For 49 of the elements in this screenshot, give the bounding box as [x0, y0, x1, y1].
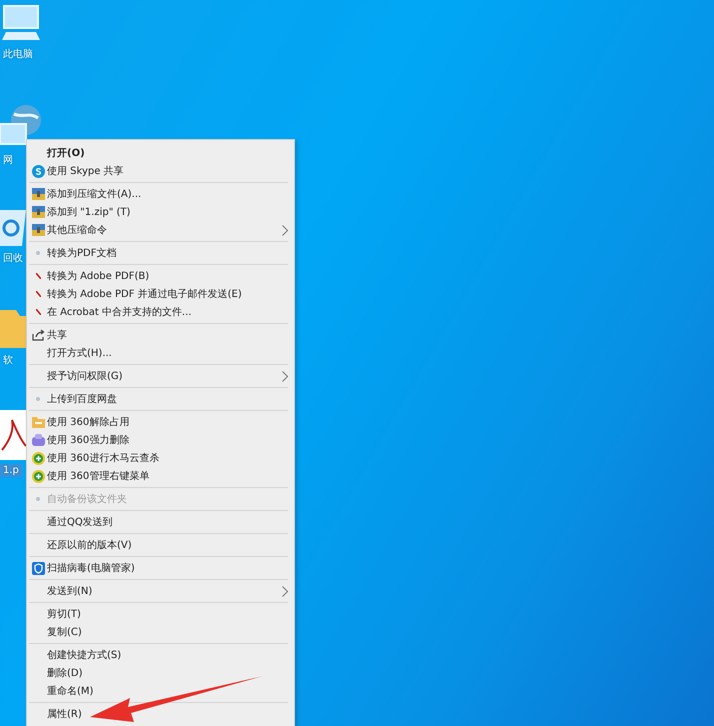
chevron-right-icon	[282, 370, 288, 382]
skype-icon	[32, 164, 44, 178]
menu-item[interactable]: 添加到压缩文件(A)...	[29, 185, 288, 203]
chevron-right-icon	[282, 586, 288, 596]
menu-item[interactable]: 添加到 "1.zip" (T)	[29, 203, 288, 221]
pdf-file-icon[interactable]	[0, 410, 26, 460]
menu-item[interactable]: 使用 360进行木马云查杀	[29, 449, 288, 467]
small-dot-icon	[36, 497, 40, 501]
eraser-icon	[32, 434, 44, 446]
menu-item[interactable]: 共享	[29, 326, 288, 344]
plus-circle-icon	[32, 470, 44, 482]
folder-icon	[32, 416, 44, 428]
archive-icon	[32, 188, 44, 200]
archive-icon	[32, 224, 44, 236]
menu-item[interactable]: 重命名(M)	[29, 682, 288, 700]
menu-item[interactable]: 扫描病毒(电脑管家)	[29, 559, 288, 577]
menu-item[interactable]: 授予访问权限(G)	[29, 367, 288, 385]
globe-monitor-icon[interactable]	[0, 104, 44, 148]
acrobat-mark-icon	[36, 309, 40, 315]
menu-item[interactable]: 属性(R)	[29, 705, 288, 723]
menu-item[interactable]: 转换为 Adobe PDF 并通过电子邮件发送(E)	[29, 285, 288, 303]
chevron-right-icon	[282, 224, 288, 236]
menu-item[interactable]: 还原以前的版本(V)	[29, 536, 288, 554]
menu-item[interactable]: 打开方式(H)...	[29, 344, 288, 362]
menu-item[interactable]: 创建快捷方式(S)	[29, 646, 288, 664]
archive-icon	[32, 206, 44, 218]
menu-item[interactable]: 打开(O)	[29, 144, 288, 162]
menu-item[interactable]: 使用 360管理右键菜单	[29, 467, 288, 485]
shield-icon	[32, 562, 44, 574]
menu-item[interactable]: 在 Acrobat 中合并支持的文件...	[29, 303, 288, 321]
menu-item[interactable]: 删除(D)	[29, 664, 288, 682]
menu-item[interactable]: 转换为 Adobe PDF(B)	[29, 267, 288, 285]
menu-item[interactable]: 发送到(N)	[29, 582, 288, 600]
share-icon	[32, 329, 44, 341]
plus-circle-icon	[32, 452, 44, 464]
acrobat-mark-icon	[36, 273, 40, 279]
menu-item[interactable]: 上传到百度网盘	[29, 390, 288, 408]
menu-item[interactable]: 使用 Skype 共享	[29, 162, 288, 180]
small-dot-icon	[36, 397, 40, 401]
acrobat-mark-icon	[36, 291, 40, 297]
menu-item[interactable]: 使用 360强力删除	[29, 431, 288, 449]
menu-item[interactable]: 剪切(T)	[29, 605, 288, 623]
menu-item[interactable]: 复制(C)	[29, 623, 288, 641]
menu-item[interactable]: 通过QQ发送到	[29, 513, 288, 531]
menu-item[interactable]: 使用 360解除占用	[29, 413, 288, 431]
small-dot-icon	[36, 251, 40, 255]
menu-item[interactable]: 转换为PDF文档	[29, 244, 288, 262]
computer-icon[interactable]	[0, 2, 40, 42]
menu-item[interactable]: 其他压缩命令	[29, 221, 288, 239]
